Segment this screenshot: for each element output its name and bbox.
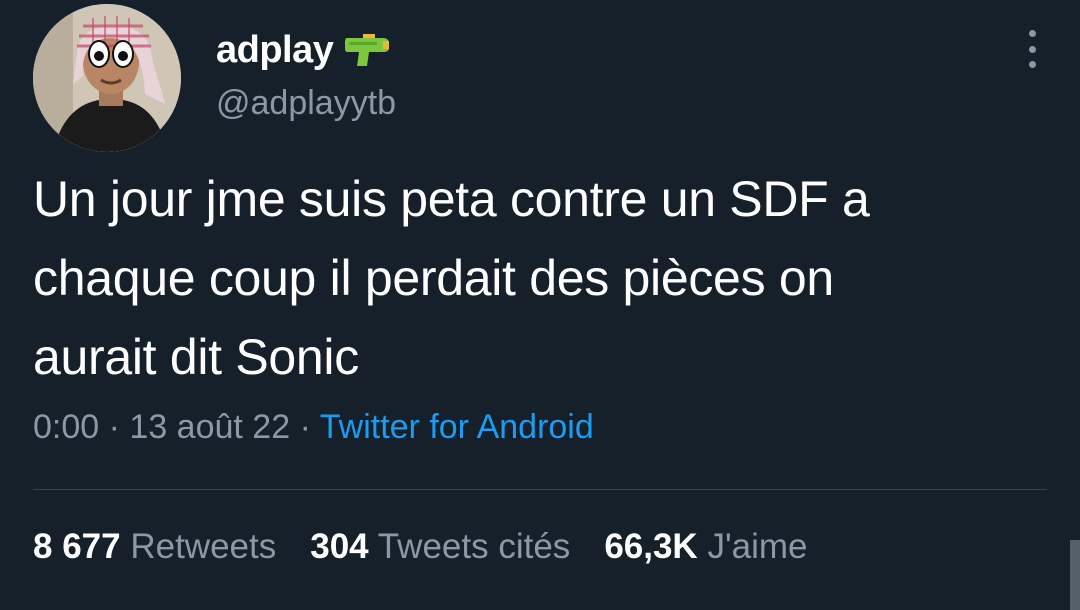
- tweet-stats: 8 677 Retweets 304 Tweets cités 66,3K J'…: [33, 527, 842, 567]
- more-dot: [1028, 61, 1036, 68]
- meta-separator: ·: [299, 408, 311, 446]
- tweet-source-link[interactable]: Twitter for Android: [320, 408, 594, 446]
- handle[interactable]: @adplayytb: [216, 84, 396, 123]
- more-dot: [1028, 45, 1036, 53]
- meta-separator: ·: [108, 408, 120, 446]
- tweet-detail: adplay @adplayytb Un jour jme suis peta …: [0, 0, 1080, 610]
- retweets-stat[interactable]: 8 677 Retweets: [33, 527, 276, 567]
- author-block: adplay @adplayytb: [216, 26, 396, 123]
- more-dot: [1028, 30, 1036, 37]
- display-name[interactable]: adplay: [216, 29, 334, 72]
- more-options-button[interactable]: [1022, 30, 1042, 68]
- display-name-row: adplay: [216, 26, 396, 74]
- tweet-text: Un jour jme suis peta contre un SDF a ch…: [33, 171, 870, 385]
- retweets-count: 8 677: [33, 527, 121, 566]
- avatar[interactable]: [33, 4, 181, 152]
- tweet-time[interactable]: 0:00: [33, 408, 99, 446]
- likes-count: 66,3K: [604, 527, 698, 566]
- scrollbar-edge: [1070, 540, 1080, 610]
- likes-label: J'aime: [707, 527, 808, 566]
- tweet-meta: 0:00 · 13 août 22 · Twitter for Android: [33, 408, 594, 447]
- tweet-date[interactable]: 13 août 22: [129, 408, 290, 446]
- avatar-image: [33, 4, 181, 152]
- water-pistol-icon: [345, 34, 390, 66]
- quotes-stat[interactable]: 304 Tweets cités: [310, 527, 570, 567]
- retweets-label: Retweets: [130, 527, 277, 566]
- quotes-label: Tweets cités: [377, 527, 571, 566]
- quotes-count: 304: [310, 527, 369, 566]
- likes-stat[interactable]: 66,3K J'aime: [604, 527, 807, 567]
- divider: [33, 489, 1047, 490]
